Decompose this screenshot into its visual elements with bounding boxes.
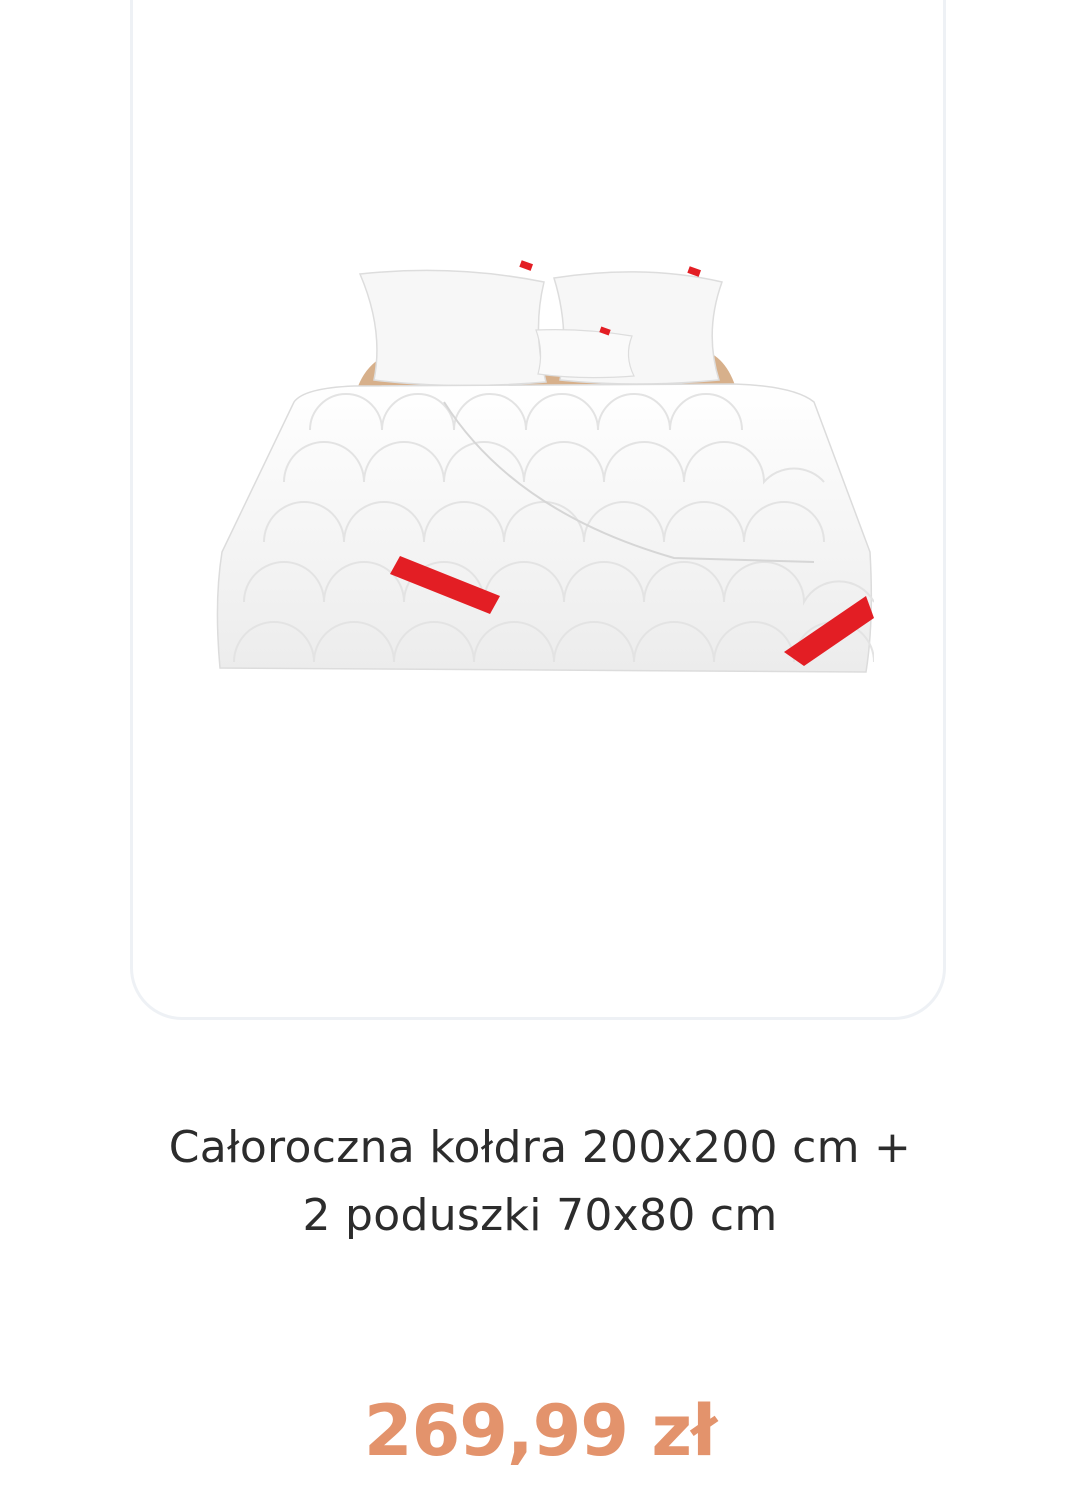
product-title-line-2: 2 poduszki 70x80 cm [302,1190,778,1241]
product-title[interactable]: Całoroczna kołdra 200x200 cm + 2 poduszk… [90,1114,990,1250]
product-image[interactable] [214,252,874,682]
pillow-left [358,269,547,387]
pillow-small [535,329,635,379]
product-title-line-1: Całoroczna kołdra 200x200 cm + [168,1122,912,1173]
duvet-shape [216,383,873,673]
product-price: 269,99 zł [363,1390,717,1472]
